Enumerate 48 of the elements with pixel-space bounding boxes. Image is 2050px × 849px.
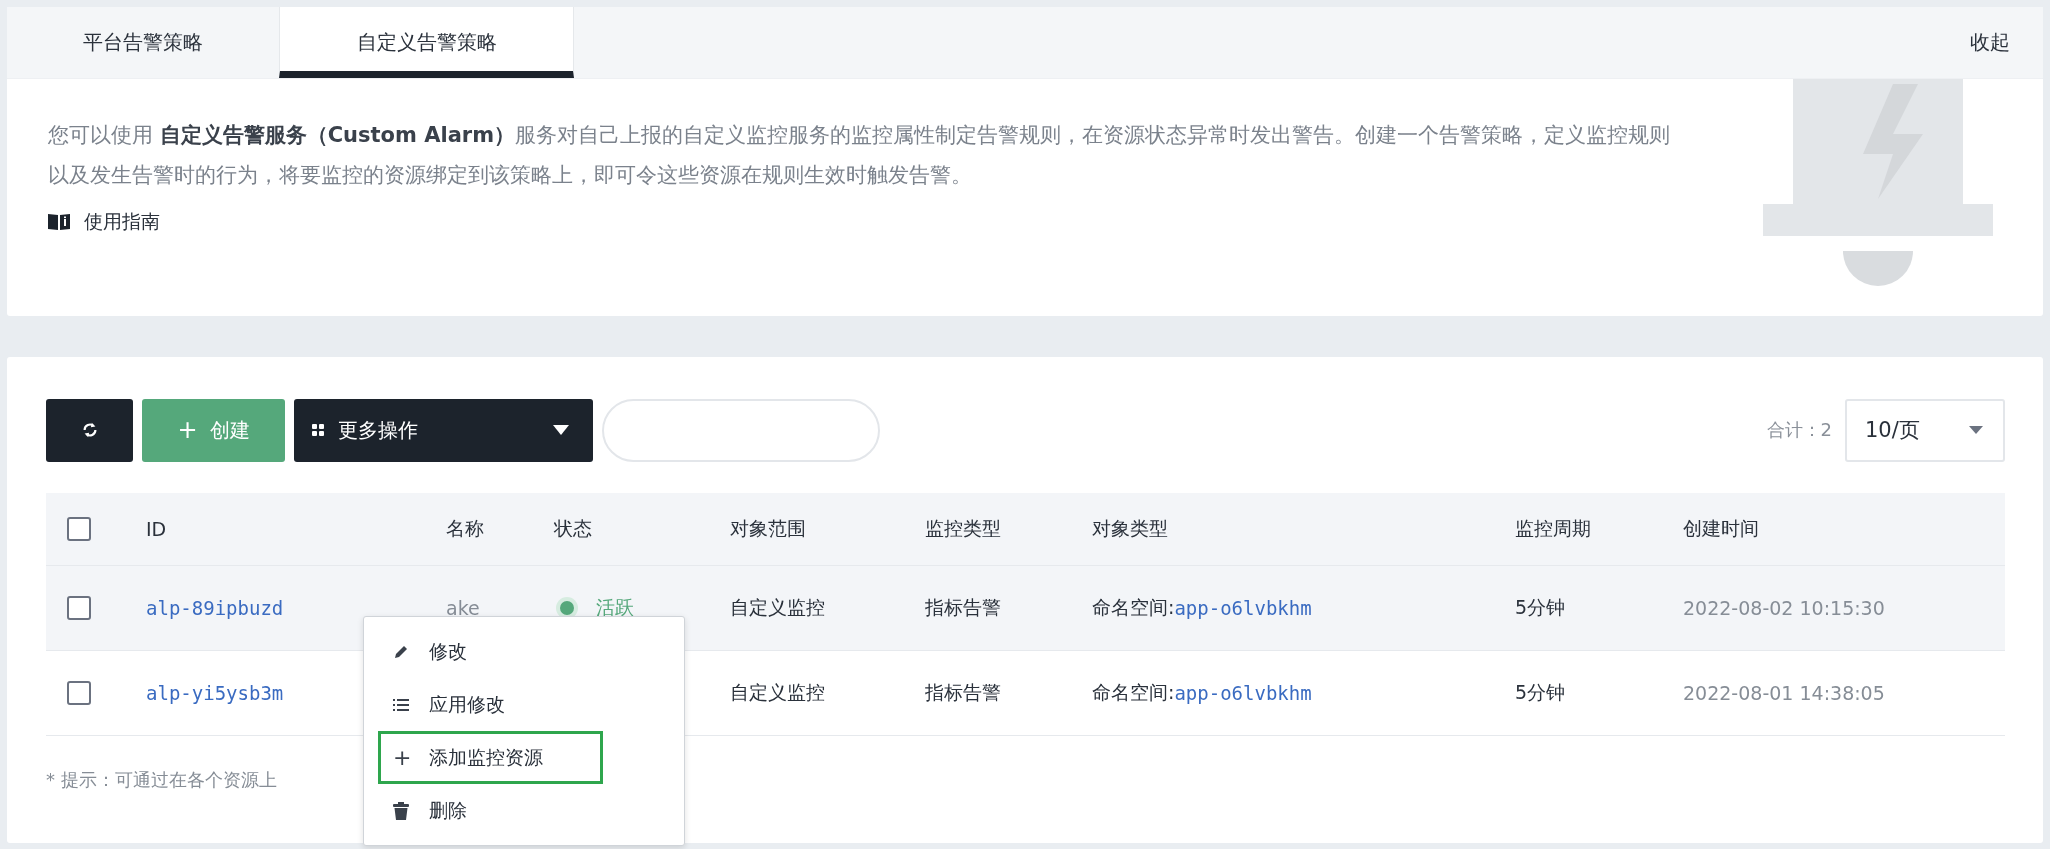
status-dot [560, 601, 574, 615]
trash-icon [393, 801, 409, 820]
table-cell: ake [446, 597, 480, 619]
tab[interactable]: 平台告警策略 [7, 7, 279, 78]
grid-icon [312, 424, 324, 436]
column-header: 对象类型 [1092, 516, 1169, 541]
pencil-icon [393, 643, 409, 660]
table-cell-text: 命名空间: [1092, 680, 1175, 705]
id-link[interactable]: alp-89ipbuzd [146, 597, 284, 619]
column-header: ID [146, 518, 168, 540]
book-icon [48, 213, 70, 231]
status-text: 活跃 [596, 595, 634, 620]
total-count: 合计：2 [1766, 418, 1832, 442]
table-cell-text: 命名空间: [1092, 595, 1175, 620]
column-header: 监控周期 [1515, 516, 1592, 541]
table-cell-text: 自定义监控 [730, 595, 825, 620]
list-icon [393, 697, 409, 712]
checkbox[interactable] [67, 517, 91, 541]
guide-link[interactable]: 使用指南 [84, 209, 160, 235]
caret-icon [553, 425, 569, 435]
column-header: 对象范围 [730, 516, 807, 541]
column-header: 创建时间 [1683, 516, 1760, 541]
menu-item[interactable]: 删除 [378, 784, 603, 837]
table-cell-text: 5分钟 [1515, 595, 1566, 620]
namespace-link[interactable]: app-o6lvbkhm [1174, 597, 1312, 619]
table-cell-text: 指标告警 [925, 680, 1001, 705]
column-header: 状态 [554, 516, 593, 541]
hint-text: * 提示：可通过在各个资源上 [46, 768, 278, 792]
caret-icon [1969, 426, 1983, 434]
refresh-button[interactable] [46, 398, 133, 462]
column-header: 监控类型 [925, 516, 1002, 541]
description-text: 您可以使用 自定义告警服务（Custom Alarm）服务对自己上报的自定义监控服务的监控属性制定告警规则，在资源状态异常时发出警告。创建一个告警策略，定义监控规则以及发生告警时的行为，将要监控的资源绑定到该策略上，即可令这些资源在规则生效时触发告警。 [48, 122, 1672, 189]
table-cell-text: 5分钟 [1515, 680, 1566, 705]
table-cell-text: 自定义监控 [730, 680, 825, 705]
namespace-link[interactable]: app-o6lvbkhm [1174, 682, 1312, 704]
checkbox[interactable] [67, 596, 91, 620]
table-cell: 2022-08-02 10:15:30 [1683, 597, 1885, 619]
table-cell: 2022-08-01 14:38:05 [1683, 682, 1885, 704]
checkbox[interactable] [67, 681, 91, 705]
table-cell-text: 指标告警 [925, 595, 1001, 620]
menu-item[interactable]: + 添加监控资源 [378, 731, 603, 784]
more-actions-button[interactable]: 更多操作 [294, 398, 593, 462]
collapse-link[interactable]: 收起 [1937, 7, 2043, 78]
column-header: 名称 [446, 516, 485, 541]
menu-item[interactable]: 应用修改 [378, 678, 603, 731]
id-link[interactable]: alp-yi5ysb3m [146, 682, 284, 704]
page-size-select[interactable]: 10/页 [1845, 398, 2005, 462]
tab[interactable]: 自定义告警策略 [279, 7, 574, 78]
